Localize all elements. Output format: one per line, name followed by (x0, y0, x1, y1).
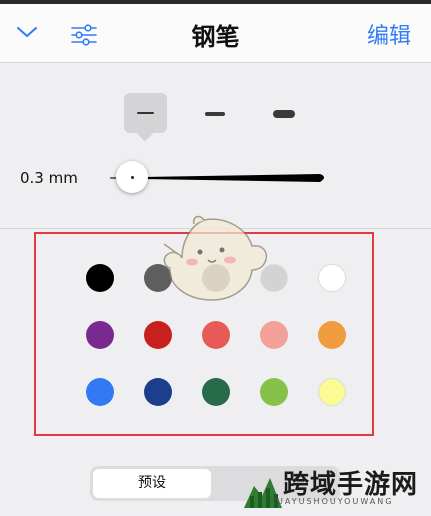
thickness-thin-button[interactable] (124, 93, 167, 133)
toolbar-header: 钢笔 编辑 (0, 4, 431, 63)
medium-line-icon (205, 112, 225, 116)
color-swatch-pink[interactable] (260, 321, 288, 349)
color-swatch-light-gray[interactable] (260, 264, 288, 292)
color-swatch-yellow[interactable] (318, 378, 346, 406)
color-swatch-red[interactable] (144, 321, 172, 349)
color-palette (34, 232, 374, 436)
chevron-down-icon[interactable] (16, 24, 38, 40)
color-swatch-lime[interactable] (260, 378, 288, 406)
color-swatch-gray[interactable] (202, 264, 230, 292)
color-swatch-blue[interactable] (86, 378, 114, 406)
color-swatch-orange[interactable] (318, 321, 346, 349)
color-swatch-dark-gray[interactable] (144, 264, 172, 292)
pen-size-label: 0.3 mm (20, 169, 78, 187)
watermark-text: 跨域手游网 (283, 470, 419, 500)
section-divider (0, 228, 431, 229)
color-swatch-purple[interactable] (86, 321, 114, 349)
sliders-icon[interactable] (70, 23, 98, 47)
edit-button[interactable]: 编辑 (367, 18, 411, 50)
pen-size-slider-knob[interactable] (116, 161, 148, 193)
thick-line-icon (273, 110, 295, 118)
thickness-thick-button[interactable] (266, 101, 302, 127)
color-swatch-coral[interactable] (202, 321, 230, 349)
color-swatch-black[interactable] (86, 264, 114, 292)
color-swatch-white[interactable] (318, 264, 346, 292)
thickness-medium-button[interactable] (198, 101, 232, 127)
color-swatch-green[interactable] (202, 378, 230, 406)
preset-tab[interactable]: 预设 (93, 469, 211, 498)
thin-line-icon (137, 112, 154, 114)
color-swatch-navy[interactable] (144, 378, 172, 406)
watermark-subtext: KUAYUSHOUYOUWANG (270, 497, 394, 506)
